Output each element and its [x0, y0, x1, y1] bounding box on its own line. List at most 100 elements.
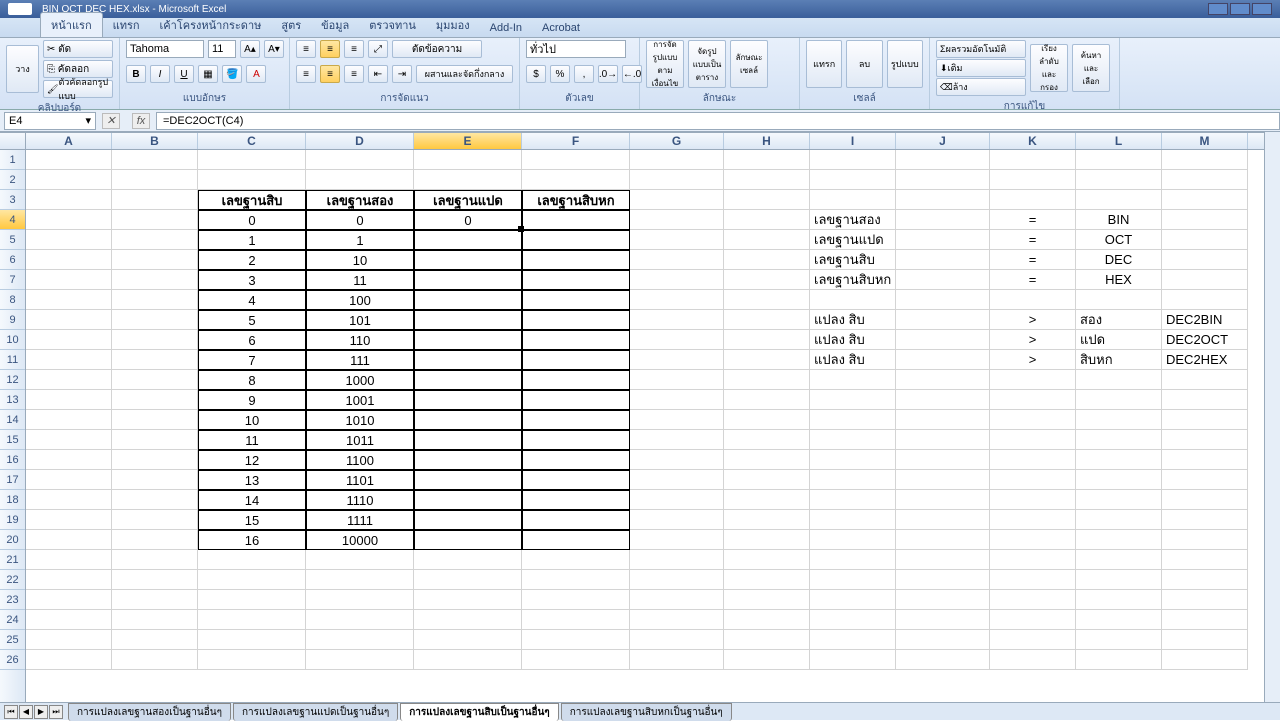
- cell[interactable]: [112, 450, 198, 470]
- cell[interactable]: [1162, 530, 1248, 550]
- cell[interactable]: [896, 430, 990, 450]
- cell[interactable]: [724, 170, 810, 190]
- cell[interactable]: [896, 570, 990, 590]
- table-cell[interactable]: [522, 370, 630, 390]
- cell[interactable]: [810, 170, 896, 190]
- cell[interactable]: [724, 190, 810, 210]
- cell[interactable]: [1076, 170, 1162, 190]
- cell[interactable]: [896, 390, 990, 410]
- row-header[interactable]: 1: [0, 150, 25, 170]
- cell[interactable]: [810, 650, 896, 670]
- cell[interactable]: [630, 510, 724, 530]
- cell[interactable]: [630, 430, 724, 450]
- cell[interactable]: [306, 590, 414, 610]
- cell[interactable]: [26, 390, 112, 410]
- table-cell[interactable]: [414, 510, 522, 530]
- cell[interactable]: [522, 630, 630, 650]
- ribbon-tab[interactable]: Acrobat: [532, 19, 590, 37]
- italic-button[interactable]: I: [150, 65, 170, 83]
- cell[interactable]: [630, 270, 724, 290]
- cell[interactable]: [522, 610, 630, 630]
- table-cell[interactable]: 6: [198, 330, 306, 350]
- cell[interactable]: [306, 550, 414, 570]
- cell[interactable]: [896, 530, 990, 550]
- cell[interactable]: [1162, 250, 1248, 270]
- sheet-tab[interactable]: การแปลงเลขฐานแปดเป็นฐานอื่นๆ: [233, 703, 398, 721]
- cell[interactable]: [990, 450, 1076, 470]
- table-cell[interactable]: [414, 330, 522, 350]
- table-cell[interactable]: 1110: [306, 490, 414, 510]
- cell[interactable]: [896, 310, 990, 330]
- table-cell[interactable]: [414, 350, 522, 370]
- cell[interactable]: [810, 290, 896, 310]
- table-cell[interactable]: 1010: [306, 410, 414, 430]
- cell[interactable]: [1076, 650, 1162, 670]
- cell[interactable]: [896, 470, 990, 490]
- cell[interactable]: [198, 630, 306, 650]
- cell[interactable]: [630, 330, 724, 350]
- cell[interactable]: [198, 590, 306, 610]
- cells-area[interactable]: เลขฐานสิบเลขฐานสองเลขฐานแปดเลขฐานสิบหก00…: [26, 150, 1280, 702]
- cell[interactable]: [810, 390, 896, 410]
- table-cell[interactable]: [522, 250, 630, 270]
- cell[interactable]: [724, 370, 810, 390]
- cell[interactable]: [990, 650, 1076, 670]
- cell[interactable]: [630, 150, 724, 170]
- underline-button[interactable]: U: [174, 65, 194, 83]
- convert-arrow[interactable]: >: [990, 350, 1076, 370]
- cell[interactable]: [724, 570, 810, 590]
- cell[interactable]: [414, 550, 522, 570]
- cell[interactable]: [1162, 550, 1248, 570]
- vertical-scrollbar[interactable]: [1264, 132, 1280, 702]
- table-cell[interactable]: 11: [198, 430, 306, 450]
- decrease-indent-button[interactable]: ⇤: [368, 65, 388, 83]
- cell[interactable]: [810, 590, 896, 610]
- cell[interactable]: [724, 270, 810, 290]
- cell[interactable]: [990, 390, 1076, 410]
- cell[interactable]: [26, 490, 112, 510]
- column-header[interactable]: D: [306, 133, 414, 149]
- cell[interactable]: [724, 430, 810, 450]
- legend-eq[interactable]: =: [990, 210, 1076, 230]
- cut-button[interactable]: ✂ ตัด: [43, 40, 113, 58]
- cell[interactable]: [112, 490, 198, 510]
- row-header[interactable]: 5: [0, 230, 25, 250]
- table-cell[interactable]: [522, 390, 630, 410]
- cell[interactable]: [1162, 150, 1248, 170]
- table-cell[interactable]: [522, 490, 630, 510]
- cell[interactable]: [810, 430, 896, 450]
- cell[interactable]: [1162, 630, 1248, 650]
- row-header[interactable]: 23: [0, 590, 25, 610]
- sheet-last-button[interactable]: ⏭: [49, 705, 63, 719]
- cell[interactable]: [810, 470, 896, 490]
- autosum-button[interactable]: Σ ผลรวมอัตโนมัติ: [936, 40, 1026, 58]
- cell[interactable]: [414, 570, 522, 590]
- cell[interactable]: [1162, 470, 1248, 490]
- minimize-button[interactable]: [1208, 3, 1228, 15]
- row-header[interactable]: 14: [0, 410, 25, 430]
- align-right-button[interactable]: ≡: [344, 65, 364, 83]
- cell[interactable]: [1076, 430, 1162, 450]
- table-cell[interactable]: [522, 330, 630, 350]
- table-cell[interactable]: [414, 530, 522, 550]
- cell[interactable]: [990, 150, 1076, 170]
- decrease-font-button[interactable]: A▾: [264, 40, 284, 58]
- cell[interactable]: [810, 630, 896, 650]
- cell[interactable]: [522, 650, 630, 670]
- table-cell[interactable]: [414, 470, 522, 490]
- legend-code[interactable]: DEC: [1076, 250, 1162, 270]
- table-cell[interactable]: 9: [198, 390, 306, 410]
- table-cell[interactable]: [414, 270, 522, 290]
- cell[interactable]: [896, 370, 990, 390]
- cell[interactable]: [1162, 610, 1248, 630]
- cell[interactable]: [26, 410, 112, 430]
- cell[interactable]: [724, 450, 810, 470]
- cell[interactable]: [198, 150, 306, 170]
- legend-label[interactable]: เลขฐานสิบหก: [810, 270, 896, 290]
- cell[interactable]: [26, 310, 112, 330]
- row-header[interactable]: 3: [0, 190, 25, 210]
- cell[interactable]: [1076, 510, 1162, 530]
- cell-styles-button[interactable]: ลักษณะเซลล์: [730, 40, 768, 88]
- cell[interactable]: [810, 550, 896, 570]
- cell[interactable]: [26, 430, 112, 450]
